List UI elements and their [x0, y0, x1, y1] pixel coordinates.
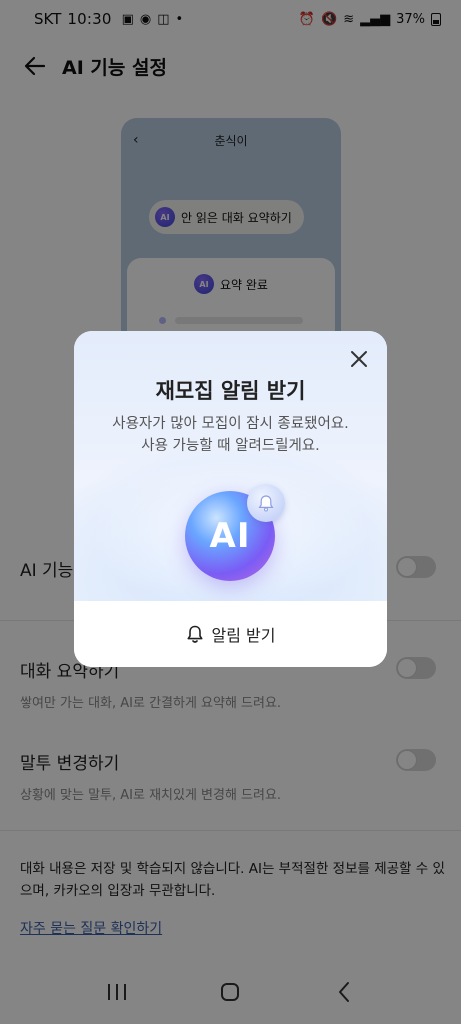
dialog-body-line: 사용자가 많아 모집이 잠시 종료됐어요.: [112, 416, 349, 432]
dialog-title: 재모집 알림 받기: [155, 379, 306, 403]
dialog-body-line: 사용 가능할 때 알려드릴게요.: [141, 438, 320, 454]
bell-icon: [187, 625, 203, 643]
close-button[interactable]: [345, 345, 373, 373]
screen: SKT 10:30 ▣ ◉ ◫ • ⏰ 🔇 ≋ ▂▄▆ 37% AI 기능 설정…: [0, 0, 461, 1024]
dialog-body: 사용자가 많아 모집이 잠시 종료됐어요. 사용 가능할 때 알려드릴게요.: [74, 413, 387, 457]
get-notified-label: 알림 받기: [211, 626, 276, 645]
close-icon: [351, 351, 367, 367]
bell-badge-icon: [247, 484, 285, 522]
waitlist-dialog: 재모집 알림 받기 사용자가 많아 모집이 잠시 종료됐어요. 사용 가능할 때…: [74, 331, 387, 667]
get-notified-button[interactable]: 알림 받기: [74, 601, 387, 667]
